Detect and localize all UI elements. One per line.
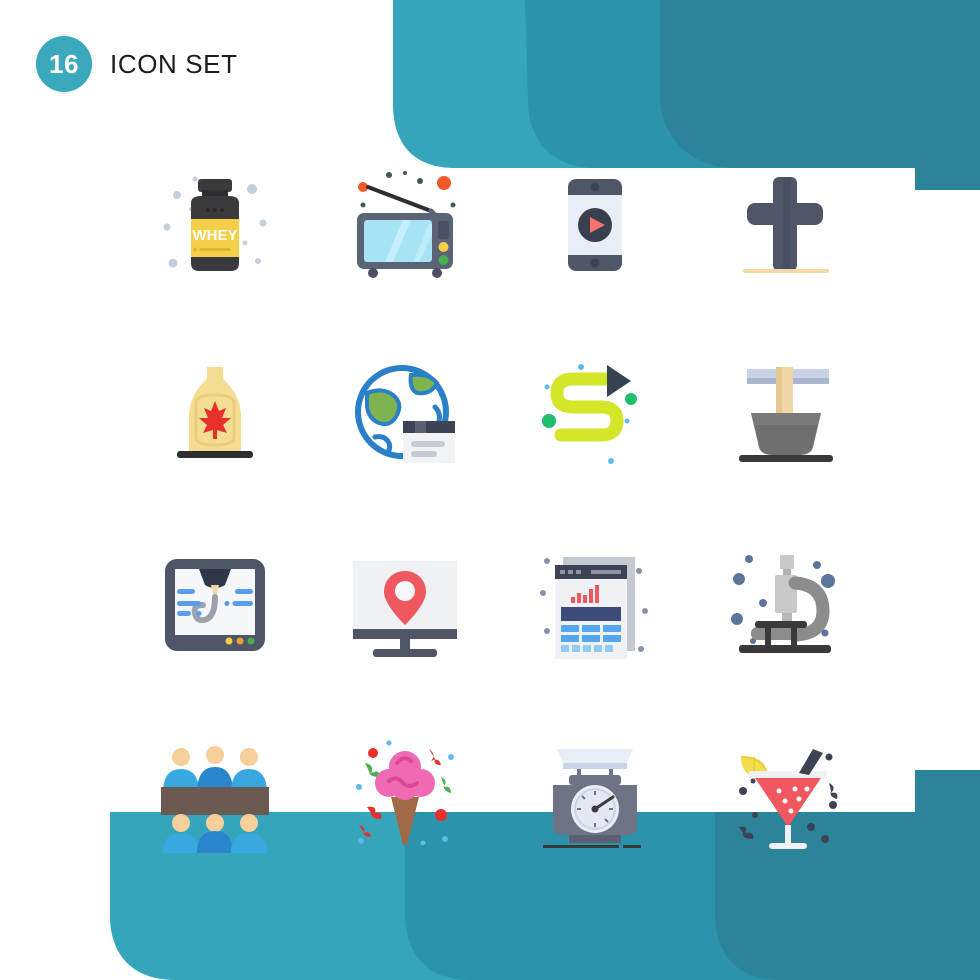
icon-cell-12[interactable] bbox=[690, 510, 880, 700]
mobile-video-player-icon bbox=[568, 179, 622, 271]
3d-printer-icon bbox=[165, 559, 265, 651]
icon-count-badge: 16 bbox=[36, 36, 92, 92]
icon-cell-1[interactable]: WHEY bbox=[120, 130, 310, 320]
icon-cell-9[interactable] bbox=[120, 510, 310, 700]
icon-cell-8[interactable] bbox=[690, 320, 880, 510]
icon-cell-2[interactable] bbox=[310, 130, 500, 320]
map-location-monitor-icon bbox=[353, 561, 457, 657]
icon-cell-6[interactable] bbox=[310, 320, 500, 510]
icon-cell-15[interactable] bbox=[500, 700, 690, 890]
icon-cell-7[interactable] bbox=[500, 320, 690, 510]
icon-grid: WHEY bbox=[120, 130, 880, 890]
audience-seating-icon bbox=[161, 746, 269, 853]
svg-text:WHEY: WHEY bbox=[193, 227, 238, 244]
route-path-arrow-icon bbox=[542, 364, 637, 464]
icon-cell-5[interactable] bbox=[120, 320, 310, 510]
whey-protein-bottle-icon: WHEY bbox=[163, 176, 267, 271]
analytics-report-icon bbox=[540, 557, 648, 659]
retro-television-icon bbox=[357, 171, 456, 278]
icon-cell-11[interactable] bbox=[500, 510, 690, 700]
icon-cell-16[interactable] bbox=[690, 700, 880, 890]
mortar-pestle-icon bbox=[739, 367, 833, 462]
poster-header: 16 Icon Set bbox=[36, 36, 238, 92]
icon-cell-4[interactable] bbox=[690, 130, 880, 320]
icon-set-poster: 16 Icon Set WHEY bbox=[0, 0, 980, 980]
cocktail-drink-icon bbox=[739, 749, 838, 849]
page-title: Icon Set bbox=[110, 48, 238, 79]
icon-count-value: 16 bbox=[49, 48, 79, 79]
icon-cell-3[interactable] bbox=[500, 130, 690, 320]
icon-cell-14[interactable] bbox=[310, 700, 500, 890]
icon-cell-10[interactable] bbox=[310, 510, 500, 700]
microscope-icon bbox=[731, 555, 835, 653]
ice-cream-cone-icon bbox=[356, 740, 454, 846]
kitchen-weight-scale-icon bbox=[543, 749, 641, 848]
icon-cell-13[interactable] bbox=[120, 700, 310, 890]
maple-syrup-bottle-icon bbox=[177, 367, 253, 458]
global-browser-icon bbox=[355, 365, 455, 463]
christian-cross-icon bbox=[743, 177, 829, 273]
